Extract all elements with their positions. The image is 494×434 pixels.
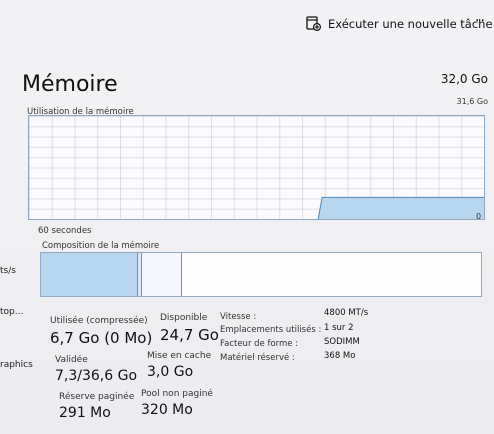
memory-composition-label: Composition de la mémoire <box>42 241 160 251</box>
form-factor-value: SODIMM <box>324 337 360 347</box>
available-value: 24,7 Go <box>160 326 219 344</box>
cached-label: Mise en cache <box>147 351 212 361</box>
nonpaged-pool-label: Pool non paginé <box>141 389 213 399</box>
task-manager-memory-page: Exécuter une nouvelle tâche ·· ts/s top.… <box>0 0 494 434</box>
paged-pool-value: 291 Mo <box>59 405 111 421</box>
time-window-label: 60 secondes <box>38 226 92 236</box>
form-factor-label: Facteur de forme : <box>220 339 299 349</box>
more-options-icon[interactable]: ·· <box>475 13 486 29</box>
memory-usage-area <box>318 197 484 219</box>
memory-usage-graph <box>28 115 485 220</box>
committed-label: Validée <box>55 355 88 365</box>
cached-stat: Mise en cache 3,0 Go <box>147 351 211 380</box>
speed-label: Vitesse : <box>220 312 257 322</box>
paged-pool-stat: Réserve paginée 291 Mo <box>59 392 134 421</box>
reserved-label: Matériel réservé : <box>220 353 295 363</box>
composition-standby-segment[interactable] <box>142 253 182 296</box>
nonpaged-pool-stat: Pool non paginé 320 Mo <box>141 389 213 418</box>
used-label: Utilisée (compressée) <box>50 316 148 326</box>
memory-usage-max: 31,6 Go <box>456 97 488 106</box>
command-bar: Exécuter une nouvelle tâche ·· <box>0 0 494 50</box>
memory-composition-bar <box>40 252 482 297</box>
side-panel-label: top... <box>0 307 24 317</box>
slots-value: 1 sur 2 <box>324 323 354 333</box>
memory-usage-plot <box>317 196 484 219</box>
paged-pool-label: Réserve paginée <box>59 392 135 402</box>
run-new-task-button[interactable]: Exécuter une nouvelle tâche <box>306 16 493 32</box>
available-stat: Disponible 24,7 Go <box>160 313 219 344</box>
available-label: Disponible <box>160 313 208 323</box>
run-task-icon <box>306 16 322 32</box>
committed-stat: Validée 7,3/36,6 Go <box>55 355 137 384</box>
composition-free-segment[interactable] <box>181 253 481 296</box>
graph-zero-label: 0 <box>476 212 482 221</box>
composition-in-use-segment[interactable] <box>41 253 138 296</box>
committed-value: 7,3/36,6 Go <box>55 368 138 384</box>
used-value: 6,7 Go (0 Mo) <box>50 329 153 347</box>
side-panel-label: raphics <box>0 360 33 370</box>
used-stat: Utilisée (compressée) 6,7 Go (0 Mo) <box>50 316 152 347</box>
speed-value: 4800 MT/s <box>324 308 369 318</box>
slots-label: Emplacements utilisés : <box>220 325 322 335</box>
page-title: Mémoire <box>22 72 118 97</box>
total-memory: 32,0 Go <box>440 72 488 86</box>
side-panel-label: ts/s <box>0 266 16 276</box>
cached-value: 3,0 Go <box>147 364 194 380</box>
reserved-value: 368 Mo <box>324 351 356 361</box>
nonpaged-pool-value: 320 Mo <box>141 402 193 418</box>
run-new-task-label: Exécuter une nouvelle tâche <box>328 16 493 31</box>
